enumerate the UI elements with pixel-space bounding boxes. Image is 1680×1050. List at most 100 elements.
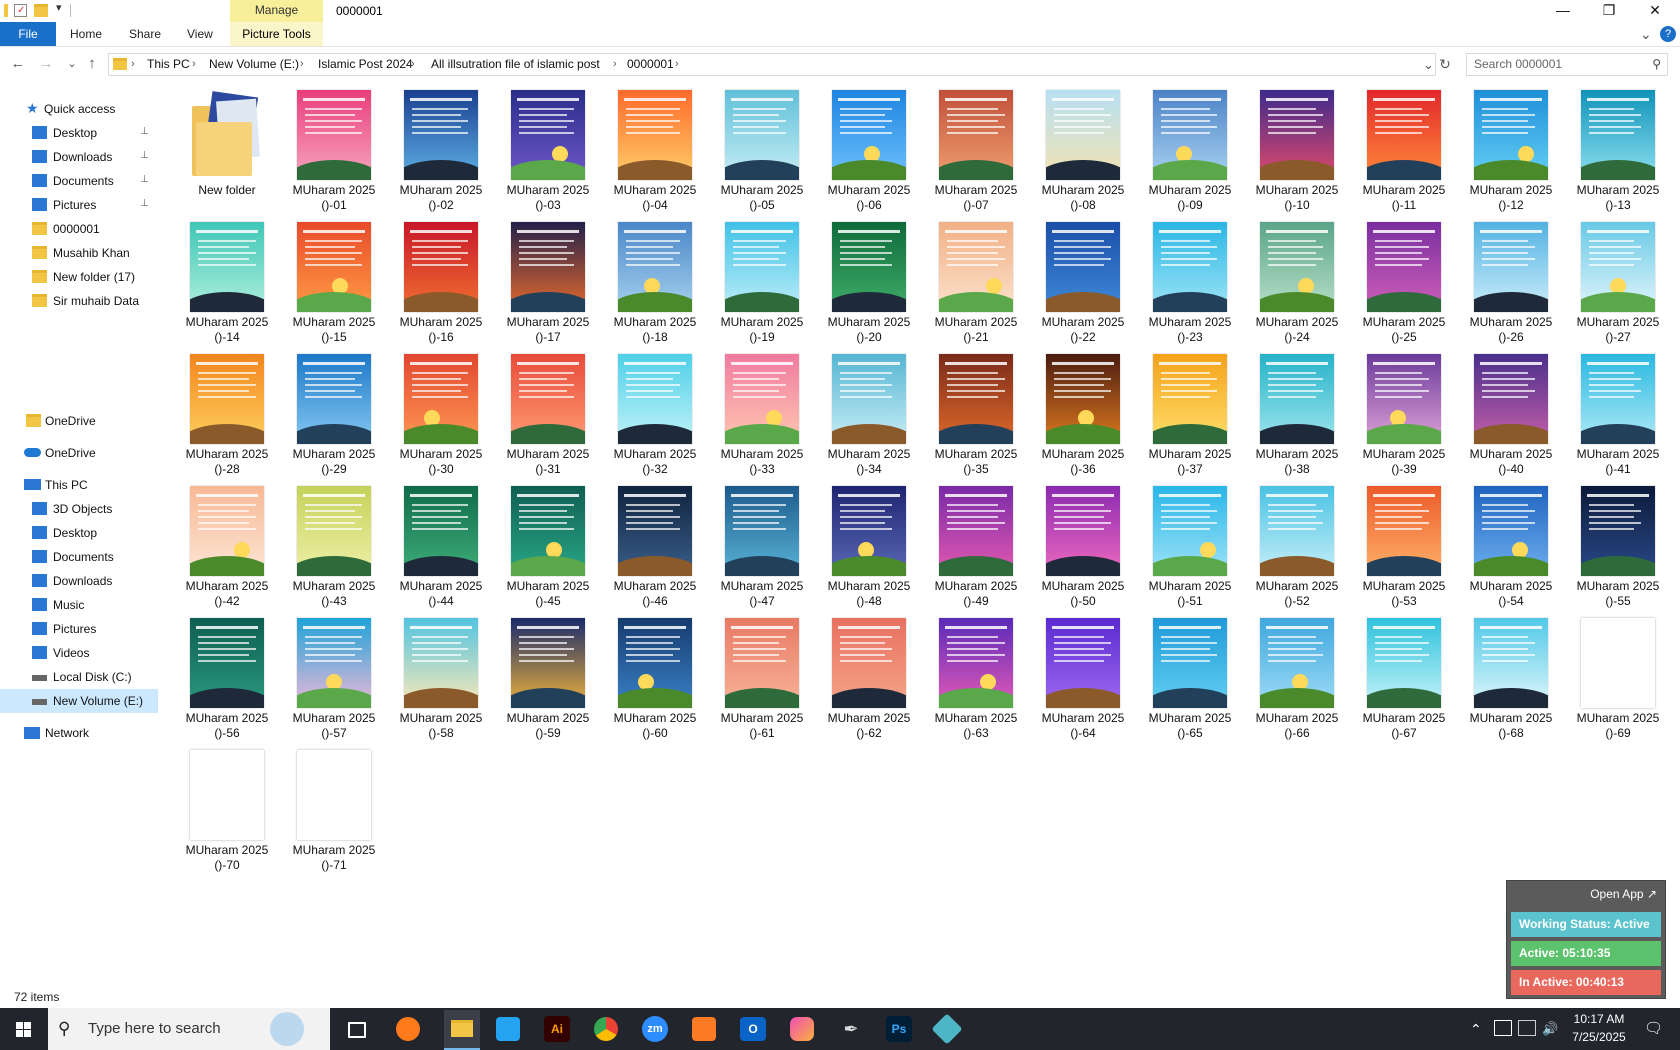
file-item[interactable]: MUharam 2025 ()-23 (1137, 220, 1243, 348)
breadcrumb-illustration-files[interactable]: All illsutration file of islamic post (431, 54, 600, 75)
file-item[interactable]: MUharam 2025 ()-60 (602, 616, 708, 744)
help-icon[interactable]: ? (1660, 26, 1676, 42)
breadcrumb-separator[interactable]: › (613, 54, 617, 75)
breadcrumb-separator[interactable]: › (300, 54, 304, 75)
file-item[interactable]: MUharam 2025 ()-26 (1458, 220, 1564, 348)
folder-item[interactable]: New folder (174, 88, 280, 216)
sidebar-item-desktop[interactable]: Desktop (0, 521, 158, 545)
pin-icon[interactable]: ⊥ (140, 174, 149, 185)
file-item[interactable]: MUharam 2025 ()-47 (709, 484, 815, 612)
tab-view[interactable]: View (187, 22, 213, 46)
ribbon-collapse-icon[interactable]: ⌄ (1640, 22, 1652, 46)
breadcrumb-separator[interactable]: › (675, 54, 679, 75)
sidebar-item-network[interactable]: Network (0, 721, 158, 745)
file-item[interactable]: MUharam 2025 ()-69 (1565, 616, 1671, 744)
search-icon[interactable]: ⚲ (1652, 54, 1661, 75)
sidebar-item-downloads[interactable]: Downloads ⊥ (0, 145, 158, 169)
display-tray-icon[interactable] (1518, 1020, 1536, 1036)
file-item[interactable]: MUharam 2025 ()-41 (1565, 352, 1671, 480)
new-folder-icon[interactable] (34, 4, 48, 17)
sidebar-item-documents[interactable]: Documents (0, 545, 158, 569)
file-item[interactable]: MUharam 2025 ()-68 (1458, 616, 1564, 744)
file-item[interactable]: MUharam 2025 ()-32 (602, 352, 708, 480)
zoom-icon[interactable]: zm (642, 1016, 668, 1042)
chrome-icon[interactable] (594, 1017, 618, 1041)
sidebar-item-videos[interactable]: Videos (0, 641, 158, 665)
pin-icon[interactable]: ⊥ (140, 150, 149, 161)
file-item[interactable]: MUharam 2025 ()-58 (388, 616, 494, 744)
speaker-icon[interactable]: 🔊 (1542, 1008, 1558, 1050)
file-item[interactable]: MUharam 2025 ()-42 (174, 484, 280, 612)
clock-date[interactable]: 7/25/2025 (1566, 1029, 1632, 1046)
file-item[interactable]: MUharam 2025 ()-30 (388, 352, 494, 480)
start-button[interactable] (0, 1008, 48, 1050)
back-button[interactable]: ← (8, 54, 28, 74)
file-item[interactable]: MUharam 2025 ()-37 (1137, 352, 1243, 480)
file-item[interactable]: MUharam 2025 ()-31 (495, 352, 601, 480)
file-item[interactable]: MUharam 2025 ()-13 (1565, 88, 1671, 216)
file-item[interactable]: MUharam 2025 ()-53 (1351, 484, 1457, 612)
file-item[interactable]: MUharam 2025 ()-67 (1351, 616, 1457, 744)
sidebar-item-pictures[interactable]: Pictures ⊥ (0, 193, 158, 217)
file-item[interactable]: MUharam 2025 ()-61 (709, 616, 815, 744)
file-item[interactable]: MUharam 2025 ()-35 (923, 352, 1029, 480)
clock-time[interactable]: 10:17 AM (1566, 1011, 1632, 1028)
breadcrumb-this-pc[interactable]: This PC (147, 54, 190, 75)
file-item[interactable]: MUharam 2025 ()-38 (1244, 352, 1350, 480)
network-tray-icon[interactable] (1494, 1020, 1512, 1036)
properties-icon[interactable]: ✓ (14, 4, 27, 17)
file-explorer-icon[interactable] (444, 1010, 480, 1050)
tab-share[interactable]: Share (129, 22, 161, 46)
search-input[interactable]: Search 0000001 ⚲ (1466, 53, 1668, 76)
file-item[interactable]: MUharam 2025 ()-12 (1458, 88, 1564, 216)
file-item[interactable]: MUharam 2025 ()-65 (1137, 616, 1243, 744)
file-item[interactable]: MUharam 2025 ()-57 (281, 616, 387, 744)
restore-button[interactable]: ❐ (1586, 0, 1632, 22)
minimize-button[interactable]: — (1540, 0, 1586, 22)
file-item[interactable]: MUharam 2025 ()-64 (1030, 616, 1136, 744)
sidebar-item-onedrive-personal[interactable]: OneDrive (0, 409, 158, 433)
file-item[interactable]: MUharam 2025 ()-50 (1030, 484, 1136, 612)
file-item[interactable]: MUharam 2025 ()-17 (495, 220, 601, 348)
file-item[interactable]: MUharam 2025 ()-40 (1458, 352, 1564, 480)
file-item[interactable]: MUharam 2025 ()-10 (1244, 88, 1350, 216)
file-item[interactable]: MUharam 2025 ()-56 (174, 616, 280, 744)
file-item[interactable]: MUharam 2025 ()-66 (1244, 616, 1350, 744)
file-item[interactable]: MUharam 2025 ()-08 (1030, 88, 1136, 216)
sidebar-item-local-disk-c-[interactable]: Local Disk (C:) (0, 665, 158, 689)
sidebar-item-new-folder-17-[interactable]: New folder (17) (0, 265, 158, 289)
customize-qat-icon[interactable]: ▾ (56, 2, 70, 15)
file-item[interactable]: MUharam 2025 ()-29 (281, 352, 387, 480)
file-item[interactable]: MUharam 2025 ()-04 (602, 88, 708, 216)
breadcrumb-separator[interactable]: › (192, 54, 196, 75)
outlook-icon[interactable]: O (740, 1017, 766, 1041)
breadcrumb-separator[interactable]: › (411, 54, 415, 75)
address-bar[interactable]: › This PC › New Volume (E:) › Islamic Po… (108, 53, 1436, 76)
breadcrumb-new-volume[interactable]: New Volume (E:) (209, 54, 299, 75)
sidebar-item-new-volume-e-[interactable]: New Volume (E:) (0, 689, 158, 713)
firefox-icon[interactable] (396, 1017, 420, 1041)
taskbar-search-box[interactable]: ⚲ Type here to search (48, 1008, 330, 1050)
file-item[interactable]: MUharam 2025 ()-54 (1458, 484, 1564, 612)
tracker-app-icon[interactable] (931, 1013, 963, 1045)
file-item[interactable]: MUharam 2025 ()-24 (1244, 220, 1350, 348)
file-item[interactable]: MUharam 2025 ()-36 (1030, 352, 1136, 480)
file-item[interactable]: MUharam 2025 ()-11 (1351, 88, 1457, 216)
file-item[interactable]: MUharam 2025 ()-51 (1137, 484, 1243, 612)
pin-icon[interactable]: ⊥ (140, 126, 149, 137)
breadcrumb-current-folder[interactable]: 0000001 (627, 54, 674, 75)
sidebar-item-onedrive[interactable]: OneDrive (0, 441, 158, 465)
file-item[interactable]: MUharam 2025 ()-70 (174, 748, 280, 876)
file-item[interactable]: MUharam 2025 ()-49 (923, 484, 1029, 612)
task-view-icon[interactable] (348, 1022, 366, 1038)
pen-tool-icon[interactable]: ✒ (840, 1018, 862, 1040)
file-item[interactable]: MUharam 2025 ()-20 (816, 220, 922, 348)
up-button[interactable]: ↑ (82, 54, 102, 74)
file-item[interactable]: MUharam 2025 ()-43 (281, 484, 387, 612)
tab-home[interactable]: Home (70, 22, 102, 46)
illustrator-icon[interactable]: Ai (544, 1016, 570, 1042)
address-dropdown-icon[interactable]: ⌄ (1423, 54, 1434, 75)
sidebar-item-pictures[interactable]: Pictures (0, 617, 158, 641)
refresh-button[interactable]: ↻ (1435, 54, 1455, 74)
file-item[interactable]: MUharam 2025 ()-71 (281, 748, 387, 876)
